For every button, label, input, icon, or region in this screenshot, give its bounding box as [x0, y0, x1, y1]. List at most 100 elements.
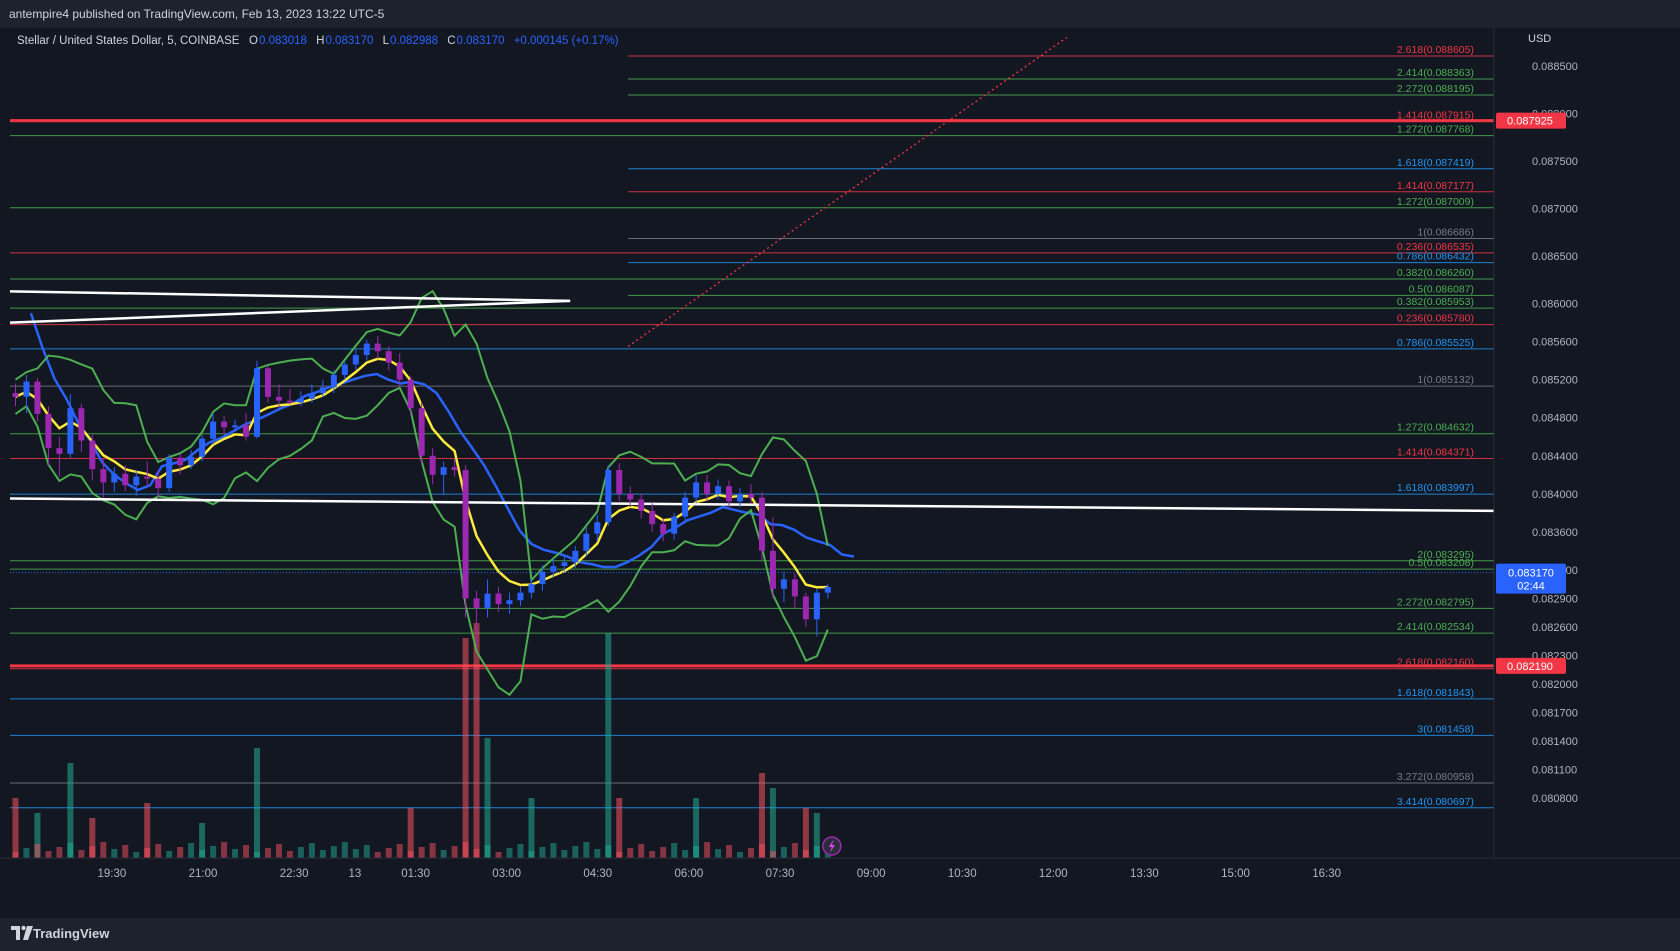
volume-bar [704, 842, 711, 858]
price-tick: 0.082000 [1532, 679, 1578, 691]
price-tick: 0.081700 [1532, 707, 1578, 719]
fib-label: 2.414(0.082534) [1397, 621, 1474, 633]
volume-bar [264, 848, 271, 858]
fib-label: 3.414(0.080697) [1397, 796, 1474, 808]
candles [12, 335, 831, 646]
candle-body [407, 379, 414, 409]
candle-body [791, 579, 798, 597]
candle-body [429, 455, 436, 475]
volume-bar [737, 852, 744, 858]
trendline [9, 290, 571, 303]
fib-label: 0.5(0.083208) [1409, 557, 1474, 569]
volume-bar [605, 633, 612, 858]
price-tick: 0.081400 [1532, 736, 1578, 748]
volume-bar [34, 844, 41, 858]
candle-body [111, 473, 118, 483]
volume-bar [484, 845, 491, 858]
volume-bar [791, 843, 798, 858]
volume-bar [638, 844, 645, 858]
candle-body [45, 413, 52, 449]
volume-bar [802, 850, 809, 858]
volume-bar [12, 798, 19, 858]
volume-bar [78, 850, 85, 858]
price-tick: 0.086500 [1532, 251, 1578, 263]
fib-label: 1.272(0.087768) [1397, 124, 1474, 136]
candle-body [34, 381, 41, 414]
candle-body [12, 393, 19, 397]
time-axis: 19:30 21:00 22:30 13 01:30 03:00 04:30 06:00 07:… [0, 836, 1680, 880]
candle-body [166, 457, 173, 489]
fib-label: 1.618(0.087419) [1397, 157, 1474, 169]
candle-body [671, 516, 678, 534]
fib-label: 1.272(0.087009) [1397, 196, 1474, 208]
currency-label: USD [1528, 33, 1551, 45]
candle-body [726, 486, 733, 502]
price-tick: 0.084000 [1532, 489, 1578, 501]
volume-bar [484, 738, 491, 858]
volume-bar [660, 847, 667, 858]
time-tick: 13 [348, 868, 361, 880]
time-tick: 19:30 [98, 868, 127, 880]
open-key: O [249, 35, 258, 47]
candle-body [649, 510, 656, 525]
time-tick: 13:30 [1130, 868, 1159, 880]
symbol-name: Stellar / United States Dollar, 5, COINB… [17, 35, 240, 47]
candle-body [341, 364, 348, 375]
candle-body [122, 473, 129, 486]
price-badge-text: 0.082190 [1507, 661, 1553, 673]
volume-bar [693, 846, 700, 858]
volume-bar [506, 848, 513, 858]
price-chart[interactable]: 2.618(0.088605) 2.414(0.088363) 2.272(0.08… [0, 28, 1680, 918]
candle-body [319, 387, 326, 394]
volume-bar [221, 842, 228, 858]
fib-label: 0.786(0.086432) [1397, 251, 1474, 263]
volume-bar [133, 852, 140, 858]
candle-body [747, 493, 754, 498]
candle-body [616, 470, 623, 494]
candle-body [396, 362, 403, 380]
volume-bar [572, 846, 579, 858]
candle-body [539, 571, 546, 585]
published-caption: antempire4 published on TradingView.com,… [9, 7, 385, 21]
candle-body [802, 596, 809, 620]
price-tick: 0.084400 [1532, 451, 1578, 463]
volume-bar [495, 852, 502, 858]
candle-body [297, 398, 304, 403]
candle-body [188, 456, 195, 466]
candle-body [67, 408, 74, 454]
fib-label: 3(0.081458) [1417, 723, 1474, 735]
volume-bar [199, 850, 206, 858]
candle-body [440, 467, 447, 475]
candle-body [23, 381, 30, 397]
candle-body [780, 579, 787, 589]
volume-bars [12, 623, 831, 858]
fib-label: 2.618(0.088605) [1397, 44, 1474, 56]
candle-body [253, 368, 260, 437]
candle-body [144, 476, 151, 479]
candle-body [155, 478, 162, 489]
countdown-text: 02:44 [1517, 581, 1545, 593]
candle-body [660, 524, 667, 534]
volume-bar [429, 843, 436, 858]
time-tick: 03:00 [492, 868, 521, 880]
volume-bar [23, 848, 30, 858]
volume-bar [188, 843, 195, 858]
price-tick: 0.084800 [1532, 413, 1578, 425]
high-value: 0.083170 [325, 35, 374, 47]
candle-body [737, 493, 744, 502]
close-key: C [447, 35, 456, 47]
symbol-legend: Stellar / United States Dollar, 5, COINB… [17, 35, 619, 47]
volume-bar [122, 845, 129, 858]
candle-body [264, 368, 271, 397]
volume-bar [253, 852, 260, 858]
volume-bar [561, 850, 568, 858]
low-value: 0.082988 [390, 35, 439, 47]
candle-body [352, 355, 359, 365]
volume-bar [374, 852, 381, 858]
price-tick: 0.083600 [1532, 527, 1578, 539]
price-tick: 0.088500 [1532, 61, 1578, 73]
low-key: L [382, 35, 390, 47]
volume-bar [682, 850, 689, 858]
volume-bar [308, 843, 315, 858]
current-price-text: 0.083170 [1508, 568, 1554, 580]
